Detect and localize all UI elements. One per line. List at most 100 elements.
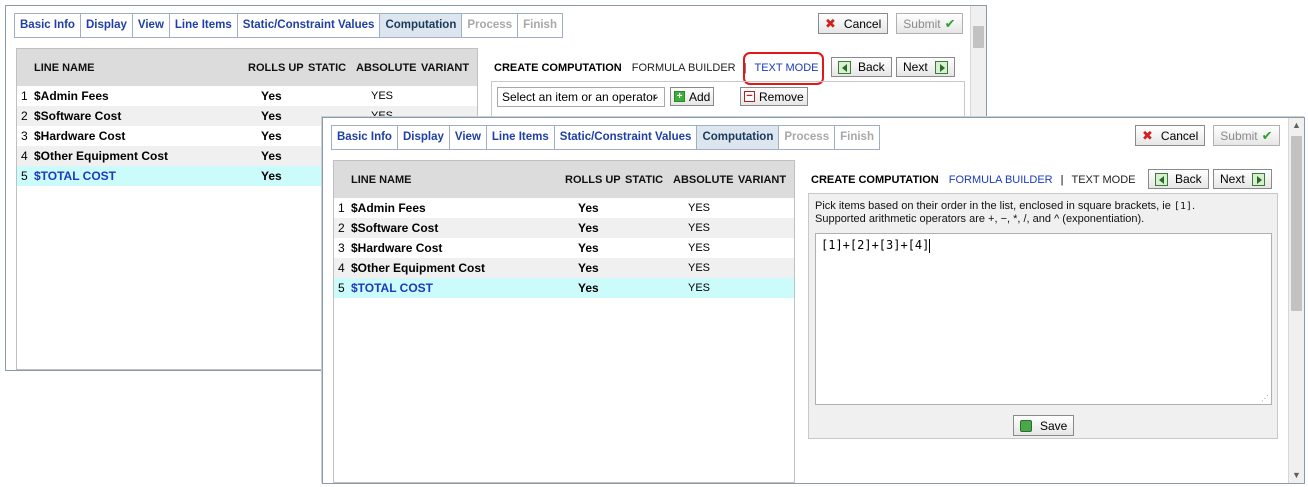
remove-label: Remove (759, 89, 804, 104)
tab-view[interactable]: View (450, 126, 487, 149)
row-number: 5 (21, 169, 28, 183)
cancel-button[interactable]: ✖ Cancel (1135, 125, 1206, 146)
row-number: 4 (338, 261, 345, 275)
header-variant: VARIANT (738, 174, 787, 186)
close-icon: ✖ (825, 15, 836, 31)
list-row[interactable]: 2 $Software Cost Yes YES (334, 218, 794, 238)
header-line-name: LINE NAME (34, 62, 95, 74)
vertical-scrollbar[interactable]: ▲ ▼ (1288, 118, 1304, 483)
submit-label: Submit (1220, 128, 1258, 143)
tab-display[interactable]: Display (398, 126, 450, 149)
row-absolute: YES (371, 90, 394, 102)
list-row[interactable]: 1 $Admin Fees Yes YES (17, 86, 477, 106)
list-row[interactable]: 4 $Other Equipment Cost Yes YES (334, 258, 794, 278)
scroll-down-icon[interactable]: ▼ (1289, 468, 1304, 483)
row-rolls-up: Yes (578, 201, 599, 215)
item-operator-select[interactable]: Select an item or an operator ⌄ (497, 87, 665, 107)
tab-static-constraint-values[interactable]: Static/Constraint Values (238, 14, 381, 37)
row-number: 5 (338, 281, 345, 295)
instructions-period: . (1191, 200, 1196, 212)
scroll-thumb[interactable] (1291, 136, 1302, 311)
row-name: $Software Cost (351, 221, 439, 235)
tab-basic-info[interactable]: Basic Info (15, 14, 81, 37)
row-name: $Hardware Cost (351, 241, 443, 255)
header-static: STATIC (625, 174, 664, 186)
resize-grip-icon[interactable]: ⋰ (1261, 394, 1269, 403)
list-body: 1 $Admin Fees Yes YES 2 $Software Cost Y… (334, 198, 794, 298)
tab-bar: Basic Info Display View Line Items Stati… (14, 13, 563, 38)
cancel-button[interactable]: ✖ Cancel (818, 13, 889, 34)
formula-builder-link[interactable]: FORMULA BUILDER (949, 174, 1053, 186)
text-mode-panel: Pick items based on their order in the l… (808, 193, 1278, 439)
formula-builder-mode[interactable]: FORMULA BUILDER (632, 62, 736, 74)
tab-view[interactable]: View (133, 14, 170, 37)
back-label: Back (858, 60, 885, 74)
list-row[interactable]: 1 $Admin Fees Yes YES (334, 198, 794, 218)
row-rolls-up: Yes (261, 89, 282, 103)
header-absolute: ABSOLUTE (673, 174, 734, 186)
formula-textarea[interactable]: [1]+[2]+[3]+[4] ⋰ (815, 233, 1272, 405)
top-buttons: ✖ Cancel Submit ✔ (1135, 125, 1280, 146)
header-static: STATIC (308, 62, 347, 74)
arrow-right-icon (1251, 172, 1265, 186)
instructions: Pick items based on their order in the l… (815, 200, 1195, 226)
text-mode-current[interactable]: TEXT MODE (1072, 174, 1136, 186)
save-label: Save (1040, 418, 1068, 433)
next-button[interactable]: Next (896, 57, 955, 77)
row-number: 2 (338, 221, 345, 235)
row-rolls-up: Yes (578, 261, 599, 275)
arrow-left-icon (838, 60, 851, 74)
instructions-line-1: Pick items based on their order in the l… (815, 200, 1195, 213)
remove-button[interactable]: − Remove (740, 87, 808, 106)
row-number: 3 (21, 129, 28, 143)
row-name: $Other Equipment Cost (351, 261, 486, 275)
list-header: LINE NAME ROLLS UP STATIC ABSOLUTE VARIA… (17, 49, 477, 86)
tab-bar: Basic Info Display View Line Items Stati… (331, 125, 880, 150)
tab-line-items[interactable]: Line Items (487, 126, 555, 149)
select-value: Select an item or an operator (502, 90, 657, 104)
row-number: 3 (338, 241, 345, 255)
next-label: Next (903, 60, 928, 74)
submit-label: Submit (903, 16, 941, 31)
scroll-up-icon[interactable]: ▲ (1289, 118, 1304, 133)
tab-basic-info[interactable]: Basic Info (332, 126, 398, 149)
row-name: $Software Cost (34, 109, 122, 123)
row-absolute: YES (688, 262, 711, 274)
create-computation-title: CREATE COMPUTATION (811, 174, 939, 186)
text-caret (929, 238, 931, 253)
row-rolls-up: Yes (261, 169, 282, 183)
checkmark-icon: ✔ (1261, 127, 1273, 143)
tab-display[interactable]: Display (81, 14, 133, 37)
plus-icon: + (674, 91, 685, 102)
row-name: $Hardware Cost (34, 129, 126, 143)
add-label: Add (689, 89, 711, 104)
row-absolute: YES (688, 282, 711, 294)
back-button[interactable]: Back (831, 57, 892, 77)
formula-text: [1]+[2]+[3]+[4] (821, 238, 930, 252)
row-name: $TOTAL COST (351, 281, 434, 295)
save-button[interactable]: Save (1013, 415, 1075, 436)
tab-line-items[interactable]: Line Items (170, 14, 238, 37)
list-row[interactable]: 3 $Hardware Cost Yes YES (334, 238, 794, 258)
next-button[interactable]: Next (1213, 169, 1272, 189)
add-button[interactable]: + Add (670, 87, 715, 106)
tab-static-constraint-values[interactable]: Static/Constraint Values (555, 126, 698, 149)
cancel-label: Cancel (843, 16, 882, 31)
header-absolute: ABSOLUTE (356, 62, 417, 74)
tab-process: Process (462, 14, 519, 37)
row-number: 2 (21, 109, 28, 123)
list-row-selected[interactable]: 5 $TOTAL COST Yes YES (334, 278, 794, 298)
scroll-thumb[interactable] (973, 26, 984, 48)
back-label: Back (1175, 172, 1202, 186)
tab-computation[interactable]: Computation (380, 14, 463, 37)
mode-separator: | (1060, 174, 1064, 186)
arrow-left-icon (1155, 172, 1168, 186)
tab-finish: Finish (523, 19, 557, 31)
row-rolls-up: Yes (578, 221, 599, 235)
back-button[interactable]: Back (1148, 169, 1209, 189)
computation-area: CREATE COMPUTATION FORMULA BUILDER | TEX… (803, 160, 1278, 483)
instructions-line-2: Supported arithmetic operators are +, −,… (815, 213, 1145, 225)
computation-mode-bar: CREATE COMPUTATION FORMULA BUILDER | TEX… (811, 174, 1135, 186)
row-name: $TOTAL COST (34, 169, 117, 183)
tab-computation[interactable]: Computation (697, 126, 780, 149)
